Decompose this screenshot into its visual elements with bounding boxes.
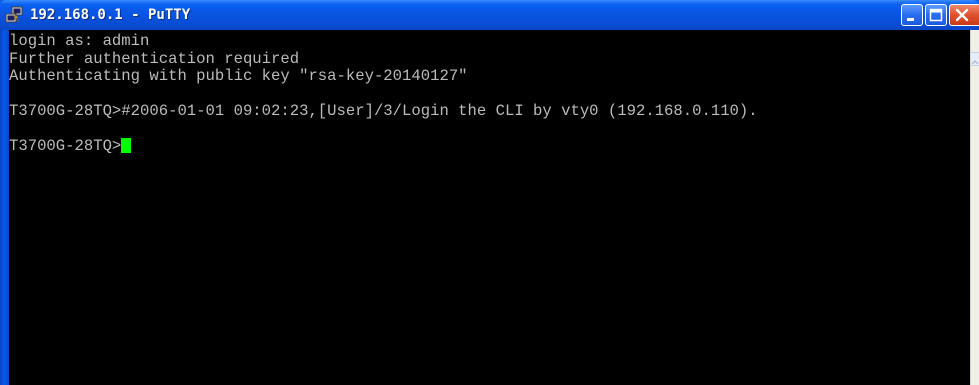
terminal-line: login as: admin [9,32,150,50]
terminal-line: Authenticating with public key "rsa-key-… [9,67,468,85]
prompt-text: T3700G-28TQ> [9,137,122,155]
scroll-up-button[interactable] [971,52,979,66]
terminal-line: T3700G-28TQ>#2006-01-01 09:02:23,[User]/… [9,102,758,120]
minimize-icon [907,18,914,21]
title-bar[interactable]: 192.168.0.1 - PuTTY [0,0,979,30]
maximize-icon [929,8,943,22]
terminal-output: login as: admin Further authentication r… [9,32,758,156]
prompt-line: T3700G-28TQ> [9,137,758,156]
chevron-up-icon [971,60,979,65]
putty-icon[interactable] [5,6,23,24]
terminal-line: Further authentication required [9,49,300,68]
putty-window: 192.168.0.1 - PuTTY login as: admin Furt… [0,0,979,385]
close-icon [955,8,969,22]
maximize-button[interactable] [925,4,947,26]
window-frame-left [0,30,9,385]
close-button[interactable] [949,4,979,26]
window-title: 192.168.0.1 - PuTTY [30,7,191,23]
minimize-button[interactable] [901,4,923,26]
terminal-cursor [121,138,132,153]
vertical-scrollbar[interactable] [970,30,979,385]
terminal-screen[interactable]: login as: admin Further authentication r… [9,30,970,385]
